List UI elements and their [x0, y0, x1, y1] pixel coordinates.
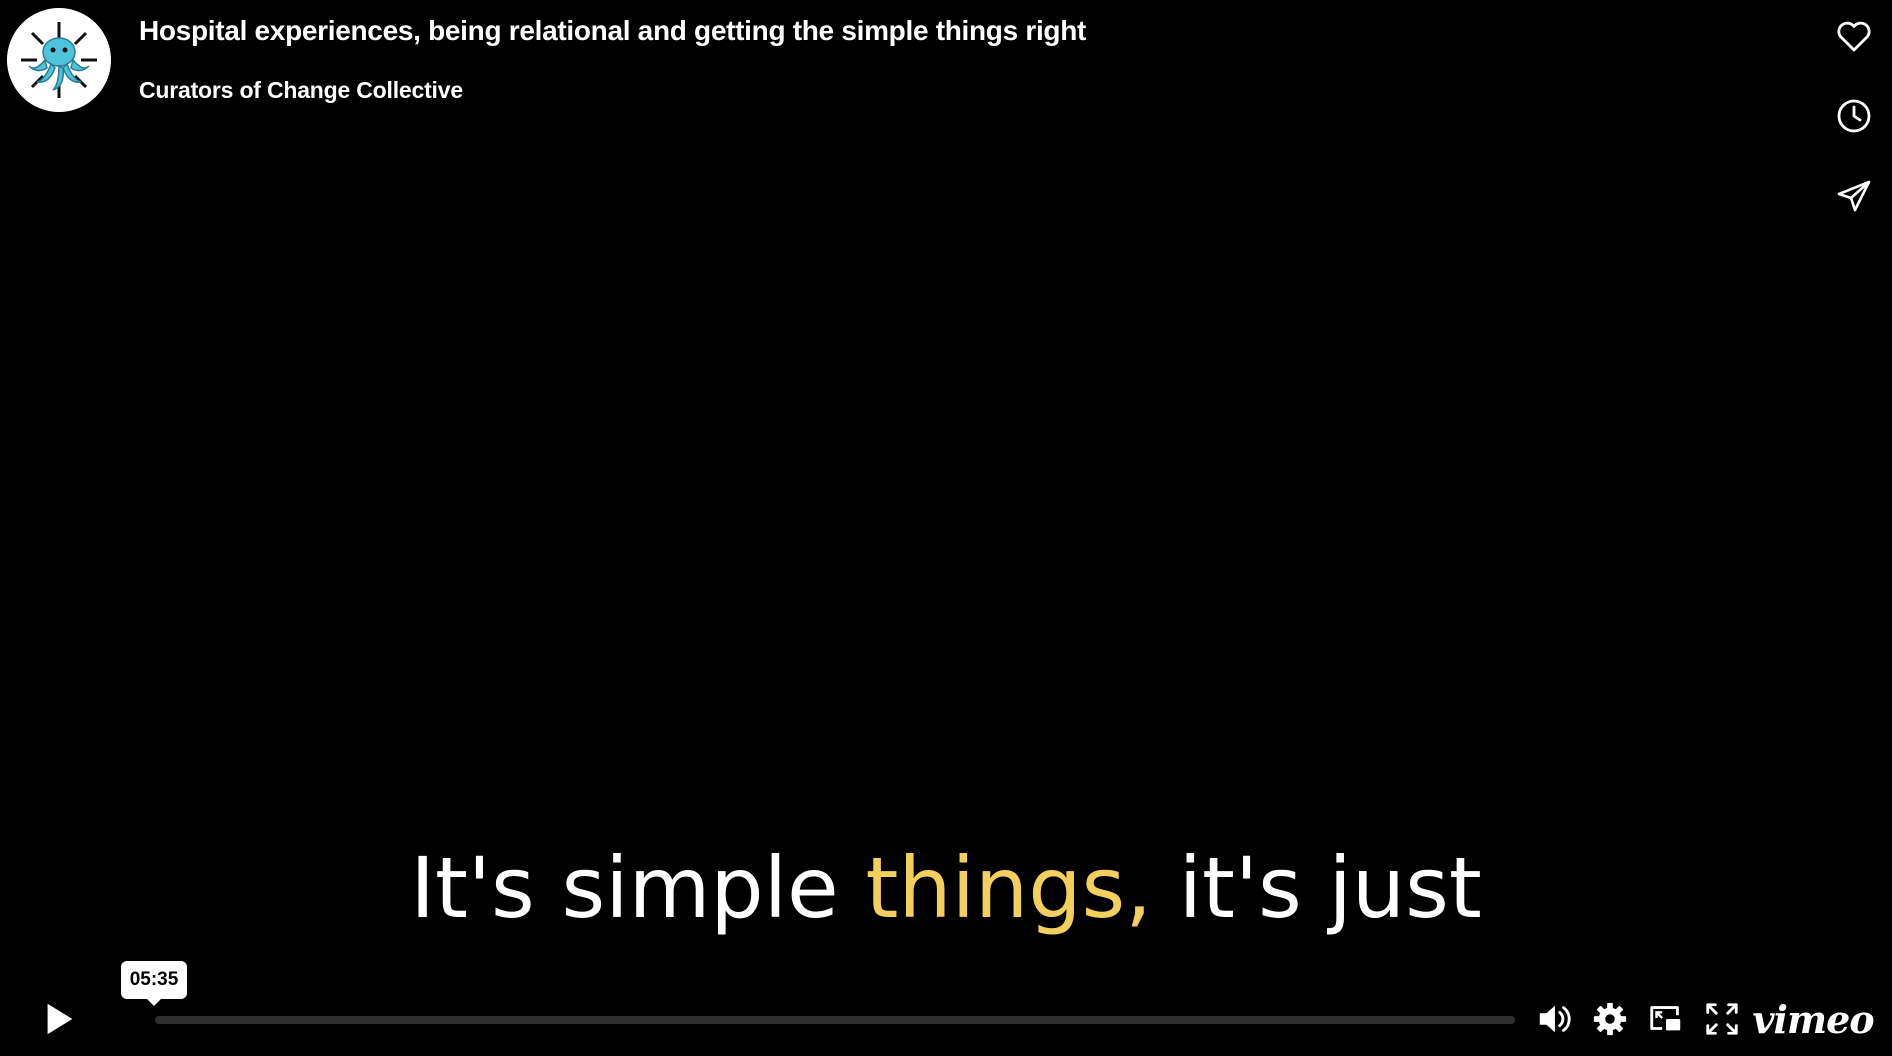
picture-in-picture-button[interactable] [1643, 996, 1689, 1042]
fullscreen-icon [1706, 1003, 1738, 1035]
fullscreen-button[interactable] [1699, 996, 1745, 1042]
share-button[interactable] [1830, 172, 1878, 220]
play-button[interactable] [36, 996, 82, 1042]
channel-name[interactable]: Curators of Change Collective [139, 77, 463, 104]
play-icon [47, 1003, 73, 1035]
hover-time-tooltip: 05:35 [121, 961, 187, 1006]
caption-text-after: it's just [1151, 839, 1482, 937]
video-title[interactable]: Hospital experiences, being relational a… [139, 15, 1086, 47]
octopus-logo-icon [7, 8, 111, 112]
subtitle-caption: It's simple things, it's just [0, 838, 1892, 938]
caption-highlight-word: things, [865, 839, 1152, 937]
settings-button[interactable] [1587, 996, 1633, 1042]
gear-icon [1593, 1002, 1627, 1036]
watch-later-button[interactable] [1830, 92, 1878, 140]
like-button[interactable] [1830, 12, 1878, 60]
progress-bar[interactable] [155, 1016, 1515, 1024]
heart-icon [1837, 21, 1871, 52]
channel-avatar[interactable] [7, 8, 111, 112]
vimeo-logo[interactable]: vimeo [1752, 996, 1874, 1042]
caption-text-before: It's simple [410, 839, 866, 937]
picture-in-picture-icon [1650, 1006, 1681, 1031]
video-player[interactable]: Hospital experiences, being relational a… [0, 0, 1892, 1056]
volume-icon [1539, 1005, 1571, 1033]
volume-button[interactable] [1531, 996, 1577, 1042]
clock-icon [1837, 99, 1871, 133]
paper-plane-icon [1837, 180, 1871, 212]
